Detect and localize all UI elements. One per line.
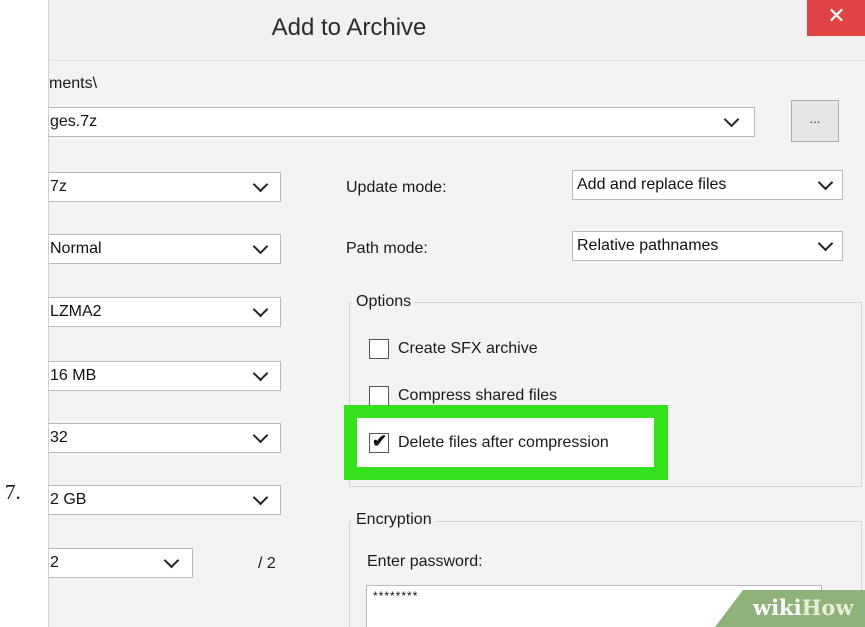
update-mode-label: Update mode: — [346, 179, 447, 196]
archive-path-label: ments\ — [49, 75, 98, 92]
solid-block-size-value: 2 GB — [50, 491, 87, 508]
chevron-down-icon[interactable] — [252, 301, 269, 318]
compress-shared-files-checkbox[interactable] — [369, 386, 389, 406]
delete-files-after-compression-label: Delete files after compression — [398, 434, 609, 451]
step-number: 7. — [5, 480, 21, 504]
password-value: ******** — [373, 589, 419, 603]
chevron-down-icon[interactable] — [817, 235, 834, 252]
dictionary-size-value: 16 MB — [50, 367, 97, 384]
archive-name-combo[interactable]: ges.7z — [49, 107, 755, 137]
chevron-down-icon[interactable] — [252, 238, 269, 255]
cpu-threads-combo[interactable]: 2 — [49, 548, 193, 578]
path-mode-value: Relative pathnames — [577, 237, 719, 254]
archive-name-value: ges.7z — [50, 113, 98, 130]
browse-button[interactable]: ... — [791, 100, 839, 142]
path-mode-combo[interactable]: Relative pathnames — [572, 231, 843, 261]
title-bar: Add to Archive ✕ — [49, 0, 865, 61]
chevron-down-icon[interactable] — [817, 174, 834, 191]
solid-block-size-combo[interactable]: 2 GB — [49, 485, 281, 515]
encryption-group-title: Encryption — [352, 511, 436, 529]
word-size-combo[interactable]: 32 — [49, 423, 281, 453]
compression-level-value: Normal — [50, 240, 102, 257]
enter-password-label: Enter password: — [367, 553, 483, 570]
archive-format-combo[interactable]: 7z — [49, 172, 281, 202]
chevron-down-icon[interactable] — [252, 365, 269, 382]
compression-method-value: LZMA2 — [50, 303, 102, 320]
chevron-down-icon[interactable] — [163, 552, 180, 569]
cpu-threads-value: 2 — [50, 554, 59, 571]
chevron-down-icon[interactable] — [252, 427, 269, 444]
compress-shared-files-label: Compress shared files — [398, 387, 558, 404]
chevron-down-icon[interactable] — [252, 176, 269, 193]
create-sfx-label: Create SFX archive — [398, 340, 538, 357]
close-button[interactable]: ✕ — [807, 0, 865, 36]
path-mode-label: Path mode: — [346, 240, 428, 257]
delete-files-after-compression-checkbox[interactable]: ✔ — [369, 431, 389, 453]
word-size-value: 32 — [50, 429, 68, 446]
archive-format-value: 7z — [50, 178, 67, 195]
dialog-title: Add to Archive — [271, 14, 427, 41]
add-to-archive-dialog: Add to Archive ✕ ments\ ges.7z ... 7z No… — [48, 0, 865, 627]
chevron-down-icon[interactable] — [252, 489, 269, 506]
compression-level-combo[interactable]: Normal — [49, 234, 281, 264]
close-icon: ✕ — [827, 3, 846, 28]
update-mode-combo[interactable]: Add and replace files — [572, 170, 843, 200]
checkmark-icon: ✔ — [372, 431, 388, 451]
create-sfx-checkbox[interactable] — [369, 339, 389, 359]
dictionary-size-combo[interactable]: 16 MB — [49, 361, 281, 391]
watermark-logo: wikiHow — [753, 595, 854, 620]
chevron-down-icon[interactable] — [723, 111, 740, 128]
options-group-title: Options — [352, 293, 416, 311]
update-mode-value: Add and replace files — [577, 176, 727, 193]
cpu-threads-total: / 2 — [258, 555, 276, 572]
compression-method-combo[interactable]: LZMA2 — [49, 297, 281, 327]
